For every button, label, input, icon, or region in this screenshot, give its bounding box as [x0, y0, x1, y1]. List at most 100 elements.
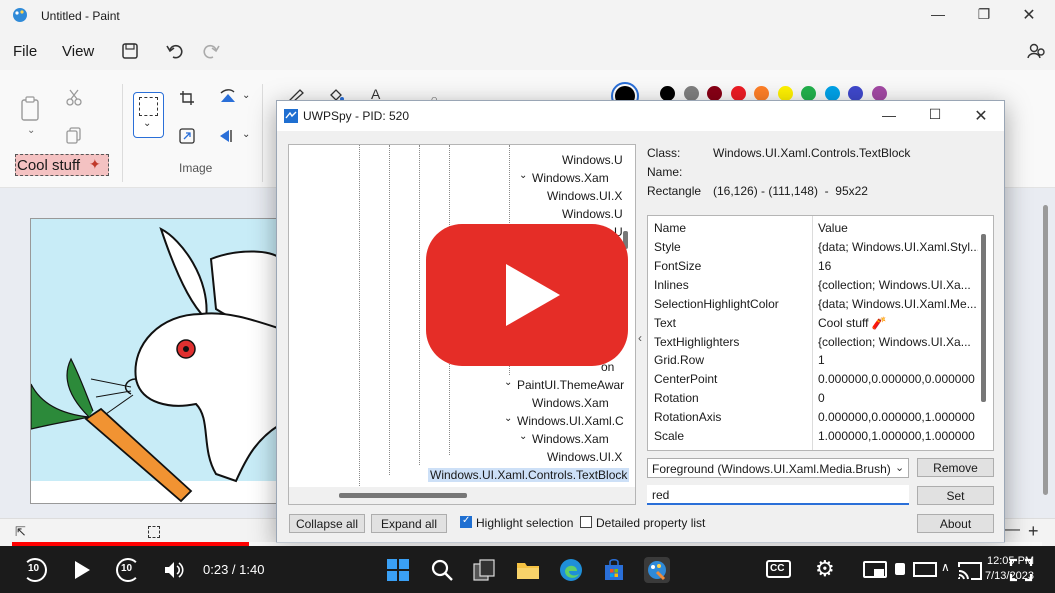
property-value-cell[interactable]: 0	[818, 391, 978, 405]
property-name-cell[interactable]: CenterPoint	[654, 372, 809, 386]
paint-taskbar-icon[interactable]	[644, 557, 670, 583]
property-value-cell[interactable]: 0.000000,0.000000,1.000000	[818, 410, 978, 424]
task-view-icon[interactable]	[471, 557, 497, 583]
edge-icon[interactable]	[558, 557, 584, 583]
copy-icon[interactable]	[66, 127, 82, 145]
tree-expander-icon[interactable]: ⌄	[504, 377, 512, 388]
save-icon[interactable]	[121, 42, 139, 60]
youtube-play-icon[interactable]	[426, 224, 628, 366]
palette-swatch[interactable]	[848, 86, 863, 101]
paste-dropdown-icon[interactable]: ⌄	[27, 125, 35, 136]
tree-node[interactable]: Windows.UI.Xaml.C	[517, 414, 624, 428]
tree-hscroll-track[interactable]	[289, 487, 635, 504]
tree-node[interactable]: Windows.U	[562, 207, 623, 221]
canvas-scrollbar[interactable]	[1043, 205, 1048, 495]
collapse-all-button[interactable]: Collapse all	[289, 514, 365, 533]
spy-maximize-icon[interactable]: ☐	[920, 106, 950, 123]
palette-swatch[interactable]	[707, 86, 722, 101]
account-icon[interactable]	[1027, 41, 1047, 61]
rotate-icon[interactable]	[218, 88, 238, 106]
palette-swatch[interactable]	[660, 86, 675, 101]
detailed-property-list-checkbox[interactable]	[580, 516, 592, 528]
property-select[interactable]: Foreground (Windows.UI.Xaml.Media.Brush)…	[647, 458, 909, 478]
seek-forward-icon[interactable]: 10	[116, 558, 140, 582]
undo-icon[interactable]	[165, 42, 183, 60]
menu-view[interactable]: View	[62, 43, 94, 60]
play-icon[interactable]	[72, 560, 92, 580]
close-icon[interactable]: ✕	[1014, 5, 1044, 25]
property-value-cell[interactable]: 0.000000,0.000000,0.000000	[818, 372, 978, 386]
resize-icon[interactable]	[179, 128, 195, 144]
tree-node[interactable]: Windows.UI.X	[547, 450, 622, 464]
tree-node[interactable]: Windows.U	[562, 153, 623, 167]
seek-back-icon[interactable]: 10	[23, 558, 47, 582]
palette-swatch[interactable]	[801, 86, 816, 101]
property-name-cell[interactable]: Inlines	[654, 278, 809, 292]
paste-icon[interactable]	[20, 96, 42, 122]
store-icon[interactable]	[601, 557, 627, 583]
tree-node[interactable]: Windows.Xam	[532, 396, 609, 410]
property-value-cell[interactable]: {collection; Windows.UI.Xa...	[818, 278, 978, 292]
selected-text-block[interactable]: Cool stuff ✦	[15, 154, 109, 176]
property-value-cell[interactable]: {data; Windows.UI.Xaml.Me...	[818, 297, 978, 311]
fullscreen-icon[interactable]	[1009, 558, 1033, 582]
palette-swatch[interactable]	[683, 86, 699, 101]
property-name-cell[interactable]: Style	[654, 240, 809, 254]
property-value-cell[interactable]: 16	[818, 259, 978, 273]
spy-minimize-icon[interactable]: —	[874, 107, 904, 123]
restore-icon[interactable]: ❐	[969, 6, 999, 23]
property-value-cell[interactable]: 1	[818, 353, 978, 367]
property-name-cell[interactable]: Grid.Row	[654, 353, 809, 367]
palette-swatch[interactable]	[824, 86, 840, 101]
tree-node[interactable]: Windows.UI.X	[547, 189, 622, 203]
theater-mode-icon[interactable]	[913, 562, 937, 577]
set-button[interactable]: Set	[917, 486, 994, 505]
file-explorer-icon[interactable]	[515, 557, 541, 583]
select-tool-button[interactable]: ⌄	[133, 92, 164, 138]
grid-header-name[interactable]: Name	[654, 221, 686, 235]
rotate-dropdown-icon[interactable]: ⌄	[242, 90, 250, 101]
palette-swatch[interactable]	[871, 86, 887, 101]
cast-icon[interactable]	[956, 559, 984, 581]
crop-icon[interactable]	[179, 90, 195, 106]
grid-header-value[interactable]: Value	[818, 221, 848, 235]
expand-all-button[interactable]: Expand all	[371, 514, 447, 533]
miniplayer-icon[interactable]	[863, 561, 887, 578]
property-name-cell[interactable]: Rotation	[654, 391, 809, 405]
tree-node[interactable]: Windows.UI.Xaml.Controls.TextBlock	[428, 468, 630, 482]
palette-swatch[interactable]	[777, 86, 793, 101]
windows-start-icon[interactable]	[385, 557, 411, 583]
settings-gear-icon[interactable]: ⚙	[815, 556, 835, 582]
property-grid[interactable]: Name Value Style {data; Windows.UI.Xaml.S…	[647, 215, 994, 451]
property-value-cell[interactable]: {collection; Windows.UI.Xa...	[818, 335, 978, 349]
tree-node[interactable]: Windows.Xam	[532, 432, 609, 446]
property-name-cell[interactable]: TextHighlighters	[654, 335, 809, 349]
menu-file[interactable]: File	[13, 43, 37, 60]
tree-expander-icon[interactable]: ⌄	[519, 170, 527, 181]
property-value-cell[interactable]: Cool stuff 🧨	[818, 316, 978, 330]
tree-expander-icon[interactable]: ⌄	[504, 413, 512, 424]
property-name-cell[interactable]: Text	[654, 316, 809, 330]
property-value-cell[interactable]: {data; Windows.UI.Xaml.Styl...	[818, 240, 978, 254]
property-name-cell[interactable]: Scale	[654, 429, 809, 443]
redo-icon[interactable]	[203, 42, 221, 60]
highlight-selection-checkbox[interactable]: ✓	[460, 515, 472, 528]
property-name-cell[interactable]: RotationAxis	[654, 410, 809, 424]
property-name-cell[interactable]: SelectionHighlightColor	[654, 297, 809, 311]
tree-node[interactable]: PaintUI.ThemeAwar	[517, 378, 624, 392]
tree-node[interactable]: Windows.Xam	[532, 171, 609, 185]
tree-hscroll-thumb[interactable]	[339, 493, 467, 498]
palette-swatch[interactable]	[754, 86, 769, 101]
value-input[interactable]: red	[647, 485, 909, 505]
tree-expander-icon[interactable]: ⌄	[519, 431, 527, 442]
minimize-icon[interactable]: —	[923, 6, 953, 22]
taskbar-search-icon[interactable]	[429, 557, 455, 583]
property-value-cell[interactable]: 1.000000,1.000000,1.000000	[818, 429, 978, 443]
grid-vscroll-thumb[interactable]	[981, 234, 986, 402]
remove-button[interactable]: Remove	[917, 458, 994, 477]
property-name-cell[interactable]: FontSize	[654, 259, 809, 273]
cut-icon[interactable]	[65, 88, 83, 106]
zoom-in-icon[interactable]: +	[1028, 521, 1039, 542]
palette-swatch[interactable]	[730, 86, 746, 101]
drawing-canvas[interactable]	[30, 218, 280, 504]
